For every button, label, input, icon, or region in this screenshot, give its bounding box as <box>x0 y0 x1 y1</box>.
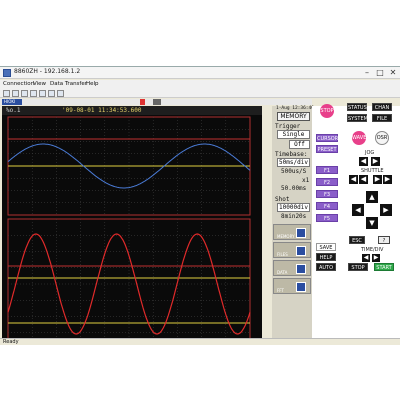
trigger-datetime: '09-08-01 11:34:53.600 <box>62 107 142 114</box>
app-icon <box>3 69 11 77</box>
arrow-up-icon[interactable]: ▲ <box>366 191 378 203</box>
scope-screen[interactable]: 0 s250ms500ms750ms1s1.25s %o.1 '09-08-01… <box>2 106 262 340</box>
tab-memory-label: MEMORY <box>277 234 295 239</box>
tab-data[interactable]: DATA <box>273 260 311 276</box>
print-icon[interactable] <box>30 90 37 97</box>
tab-files-label: FILES <box>277 252 288 257</box>
tab-fft[interactable]: FFT <box>273 278 311 294</box>
shuttle-fast-left-icon[interactable]: ◀ <box>349 175 358 184</box>
shot-title: Shot <box>275 196 290 203</box>
application-window: 8860ZH - 192.168.1.2 – □ ✕ Connection Vi… <box>0 66 400 345</box>
f3-button[interactable]: F3 <box>316 190 338 198</box>
grid-time: 50.00ms <box>281 185 307 192</box>
system-button[interactable]: SYSTEM <box>347 114 368 122</box>
chan-button[interactable]: CHAN <box>372 103 392 111</box>
title-bar: 8860ZH - 192.168.1.2 – □ ✕ <box>0 67 400 79</box>
tab-fft-label: FFT <box>277 288 284 293</box>
f1-button[interactable]: F1 <box>316 166 338 174</box>
jog-label: JOG <box>365 150 375 156</box>
arrow-right-icon[interactable]: ▶ <box>380 204 392 216</box>
time-div-right-icon[interactable]: ▶ <box>372 254 380 262</box>
time-div-left-icon[interactable]: ◀ <box>362 254 370 262</box>
scope-header: %o.1 '09-08-01 11:34:53.600 <box>2 106 262 115</box>
record-icon <box>140 99 145 105</box>
auto-button[interactable]: AUTO <box>316 263 336 271</box>
magnify-value: x1 <box>302 177 310 184</box>
timebase-field[interactable]: 50ms/div <box>277 158 310 167</box>
shot-time: 8min20s <box>281 213 307 220</box>
memory-mode-button[interactable]: MEMORY <box>277 112 310 121</box>
save-button[interactable]: SAVE <box>316 243 336 251</box>
tab-data-label: DATA <box>277 270 288 275</box>
arrow-left-icon[interactable]: ◀ <box>352 204 364 216</box>
status-button[interactable]: STATUS <box>347 103 367 111</box>
fft-tab-icon <box>296 282 306 292</box>
trigger-title: Trigger <box>275 123 301 130</box>
stop-round-button[interactable]: STOP <box>320 104 334 118</box>
status-text: Ready <box>3 339 19 345</box>
files-tab-icon <box>296 246 306 256</box>
f5-button[interactable]: F5 <box>316 214 338 222</box>
settings-icon[interactable] <box>48 90 55 97</box>
help-button[interactable]: HELP <box>316 253 336 261</box>
arrow-down-icon[interactable]: ▼ <box>366 217 378 229</box>
jog-left-icon[interactable]: ◀ <box>359 157 368 166</box>
close-button[interactable]: ✕ <box>388 68 398 78</box>
file-button[interactable]: FILE <box>372 114 392 122</box>
data-tab-icon <box>296 264 306 274</box>
info-icon[interactable] <box>57 90 64 97</box>
cursor-button[interactable]: CURSOR <box>316 134 338 142</box>
jog-right-icon[interactable]: ▶ <box>371 157 380 166</box>
copy-icon[interactable] <box>39 90 46 97</box>
start-button[interactable]: START <box>374 263 394 271</box>
window-title: 8860ZH - 192.168.1.2 <box>14 68 81 75</box>
minimize-button[interactable]: – <box>362 68 372 78</box>
waveform-plot[interactable]: 0 s250ms500ms750ms1s1.25s <box>2 106 262 340</box>
menu-view[interactable]: View <box>33 81 46 87</box>
toolbar <box>0 89 400 98</box>
time-div-label: TIME/DIV <box>361 247 384 253</box>
tab-memory[interactable]: MEMORY <box>273 224 311 240</box>
menu-bar: Connection View Data Transfer Help <box>0 80 400 89</box>
esc-button[interactable]: ESC <box>349 236 365 244</box>
shuttle-left-icon[interactable]: ◀ <box>359 175 368 184</box>
channel-label: %o.1 <box>6 107 21 114</box>
menu-connection[interactable]: Connection <box>3 81 34 87</box>
brand-logo: HIOKI <box>2 99 22 105</box>
brand-text: HIOKI <box>4 99 16 104</box>
save-icon[interactable] <box>21 90 28 97</box>
storage-icon <box>153 99 161 105</box>
menu-data-transfer[interactable]: Data Transfer <box>50 81 87 87</box>
tab-files[interactable]: FILES <box>273 242 311 258</box>
status-bar: Ready <box>0 338 400 345</box>
sample-rate: 500us/S <box>281 168 307 175</box>
wave-button[interactable]: WAVE <box>352 131 366 145</box>
trigger-off-field[interactable]: Off <box>289 140 310 149</box>
preset-button[interactable]: PRESET <box>316 145 338 153</box>
osr-button[interactable]: OSR <box>375 131 389 145</box>
shuttle-fast-right-icon[interactable]: ▶ <box>383 175 392 184</box>
forward-icon[interactable] <box>12 90 19 97</box>
shuttle-right-icon[interactable]: ▶ <box>373 175 382 184</box>
stop-button[interactable]: STOP <box>348 263 368 271</box>
instrument-strip: HIOKI <box>0 99 312 105</box>
f2-button[interactable]: F2 <box>316 178 338 186</box>
shuttle-label: SHUTTLE <box>361 168 384 174</box>
timebase-title: Timebase: <box>275 151 308 158</box>
f4-button[interactable]: F4 <box>316 202 338 210</box>
back-icon[interactable] <box>3 90 10 97</box>
maximize-button[interactable]: □ <box>375 68 385 78</box>
trigger-mode-field[interactable]: Single <box>277 130 310 139</box>
menu-help[interactable]: Help <box>86 81 99 87</box>
question-button[interactable]: ? <box>378 236 390 244</box>
panel-clock: 1-Aug 12:36:40 <box>276 106 314 111</box>
memory-tab-icon <box>296 228 306 238</box>
shot-length-field[interactable]: 10000div <box>277 203 310 212</box>
